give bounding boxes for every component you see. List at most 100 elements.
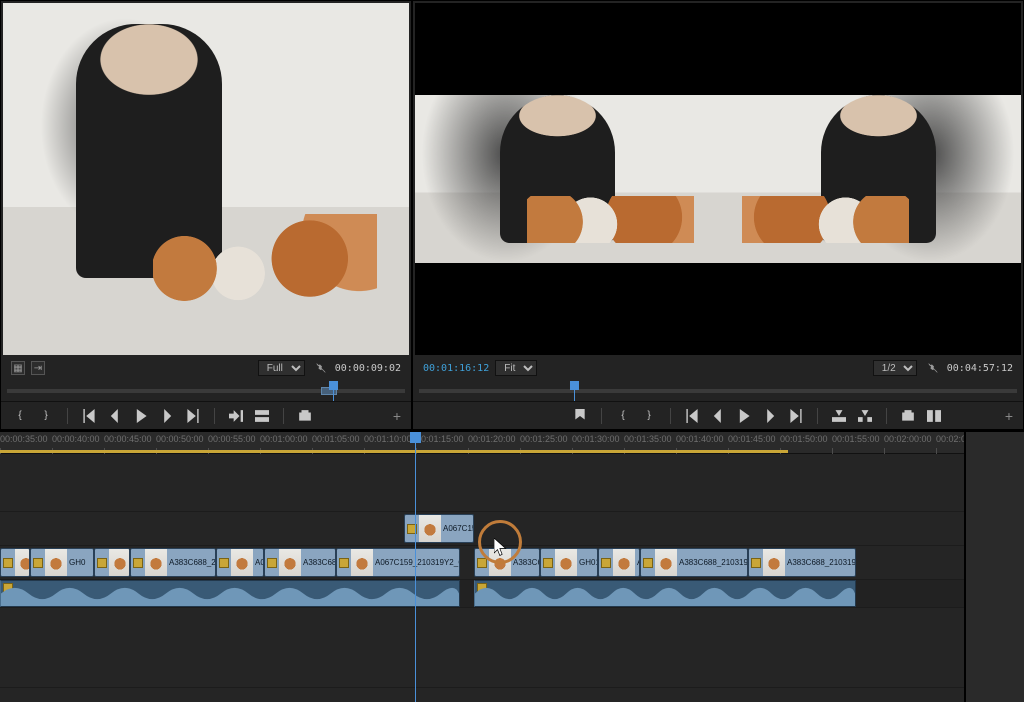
go-to-out-icon[interactable] xyxy=(184,407,202,425)
ruler-tick: 00:00:50:00 xyxy=(156,434,204,444)
video-clip[interactable]: A383C688_210 xyxy=(264,548,336,577)
video-clip[interactable]: A067C159_210319Y2_CA xyxy=(336,548,460,577)
clip-label: A383C688_210319YU_CANON xyxy=(679,558,748,567)
play-icon[interactable] xyxy=(735,407,753,425)
fx-badge-icon xyxy=(219,558,229,568)
clip-thumbnail xyxy=(231,549,253,576)
clip-label: A067C1 xyxy=(255,558,264,567)
fx-badge-icon xyxy=(133,558,143,568)
video-only-drag-icon[interactable]: ▦ xyxy=(11,361,25,375)
ruler-tick: 00:01:45:00 xyxy=(728,434,776,444)
fx-badge-icon xyxy=(97,558,107,568)
fx-badge-icon xyxy=(3,558,13,568)
button-editor-icon[interactable]: + xyxy=(393,408,401,424)
clip-label: GH010008 M xyxy=(579,558,598,567)
source-info-bar: ▦ ⇥ Full 00:00:09:02 xyxy=(1,357,411,379)
source-zoom-select[interactable]: Full xyxy=(258,360,305,376)
fx-badge-icon xyxy=(643,558,653,568)
program-scrub-head[interactable] xyxy=(574,381,575,401)
video-clip[interactable]: A067C1 xyxy=(598,548,640,577)
track-a1[interactable] xyxy=(0,580,964,608)
comparison-view-icon[interactable] xyxy=(925,407,943,425)
clip-thumbnail xyxy=(279,549,301,576)
ruler-tick: 00:00:55:00 xyxy=(208,434,256,444)
video-clip[interactable]: A067C1 xyxy=(216,548,264,577)
go-to-in-icon[interactable] xyxy=(683,407,701,425)
clip-thumbnail xyxy=(419,515,441,542)
button-editor-icon[interactable]: + xyxy=(1005,408,1013,424)
track-v2[interactable]: A067C159_2 xyxy=(0,512,964,546)
clip-label: A383C688_21 xyxy=(513,558,540,567)
mark-in-icon[interactable]: { xyxy=(614,407,632,425)
audio-only-drag-icon[interactable]: ⇥ xyxy=(31,361,45,375)
playback-resolution-select[interactable]: 1/2 xyxy=(873,360,917,376)
mark-out-icon[interactable]: } xyxy=(640,407,658,425)
video-clip[interactable]: GH010008 M xyxy=(540,548,598,577)
source-scrub-head[interactable] xyxy=(333,381,334,401)
clip-thumbnail xyxy=(145,549,167,576)
program-zoom-select[interactable]: Fit xyxy=(495,360,537,376)
step-back-icon[interactable] xyxy=(709,407,727,425)
step-fwd-icon[interactable] xyxy=(761,407,779,425)
fx-badge-icon xyxy=(543,558,553,568)
ruler-tick: 00:01:25:00 xyxy=(520,434,568,444)
ruler-tick: 00:00:45:00 xyxy=(104,434,152,444)
program-viewer[interactable] xyxy=(415,3,1021,355)
source-scrub-bar[interactable] xyxy=(7,381,405,401)
source-monitor-panel: ▦ ⇥ Full 00:00:09:02 { } xyxy=(0,0,412,430)
timeline-side-panel xyxy=(964,432,1024,702)
play-icon[interactable] xyxy=(132,407,150,425)
time-ruler[interactable]: 00:00:35:0000:00:40:0000:00:45:0000:00:5… xyxy=(0,432,964,454)
audio-clip[interactable] xyxy=(474,580,856,607)
video-clip[interactable]: A067C159 xyxy=(94,548,130,577)
overwrite-icon[interactable] xyxy=(253,407,271,425)
add-marker-icon[interactable] xyxy=(571,407,589,425)
clip-thumbnail xyxy=(613,549,635,576)
clip-thumbnail xyxy=(555,549,577,576)
clip-label: GH0 xyxy=(69,558,85,567)
program-info-bar: 00:01:16:12 Fit 1/2 00:04:57:12 xyxy=(413,357,1023,379)
program-current-timecode[interactable]: 00:01:16:12 xyxy=(423,363,489,374)
insert-icon[interactable] xyxy=(227,407,245,425)
extract-icon[interactable] xyxy=(856,407,874,425)
track-a2-empty[interactable] xyxy=(0,608,964,688)
go-to-out-icon[interactable] xyxy=(787,407,805,425)
video-clip[interactable]: A383C688_210319YU xyxy=(130,548,216,577)
clip-label: A067C159_2 xyxy=(443,524,474,533)
timeline-tracks[interactable]: 00:00:35:0000:00:40:0000:00:45:0000:00:5… xyxy=(0,432,964,702)
video-clip[interactable]: A383C688_210319YU_CANON xyxy=(640,548,748,577)
source-viewer[interactable] xyxy=(3,3,409,355)
go-to-in-icon[interactable] xyxy=(80,407,98,425)
program-scrub-bar[interactable] xyxy=(419,381,1017,401)
ruler-tick: 00:01:00:00 xyxy=(260,434,308,444)
fx-badge-icon xyxy=(339,558,349,568)
program-duration-timecode[interactable]: 00:04:57:12 xyxy=(947,363,1013,374)
track-v1[interactable]: GH0 A067C159A383C688_210319YU A067C1 A383C6… xyxy=(0,546,964,580)
settings-icon[interactable] xyxy=(923,359,941,377)
fx-badge-icon xyxy=(477,558,487,568)
ruler-tick: 00:02:05:00 xyxy=(936,434,964,444)
step-back-icon[interactable] xyxy=(106,407,124,425)
clip-label: A383C688_210 xyxy=(303,558,336,567)
video-clip[interactable]: A383C688_21 xyxy=(474,548,540,577)
video-clip[interactable]: A383C688_210319YU_CANO xyxy=(748,548,856,577)
export-frame-icon[interactable] xyxy=(296,407,314,425)
clip-thumbnail xyxy=(655,549,677,576)
fx-badge-icon xyxy=(267,558,277,568)
track-v3-empty[interactable] xyxy=(0,454,964,512)
mark-in-icon[interactable]: { xyxy=(11,407,29,425)
export-frame-icon[interactable] xyxy=(899,407,917,425)
timeline-playhead[interactable] xyxy=(415,432,416,702)
audio-clip[interactable] xyxy=(0,580,460,607)
lift-icon[interactable] xyxy=(830,407,848,425)
settings-icon[interactable] xyxy=(311,359,329,377)
ruler-tick: 00:01:15:00 xyxy=(416,434,464,444)
source-timecode[interactable]: 00:00:09:02 xyxy=(335,363,401,374)
ruler-tick: 00:01:55:00 xyxy=(832,434,880,444)
clip-thumbnail xyxy=(351,549,373,576)
video-clip[interactable] xyxy=(0,548,30,577)
ruler-tick: 00:00:35:00 xyxy=(0,434,48,444)
step-fwd-icon[interactable] xyxy=(158,407,176,425)
mark-out-icon[interactable]: } xyxy=(37,407,55,425)
video-clip[interactable]: GH0 xyxy=(30,548,94,577)
